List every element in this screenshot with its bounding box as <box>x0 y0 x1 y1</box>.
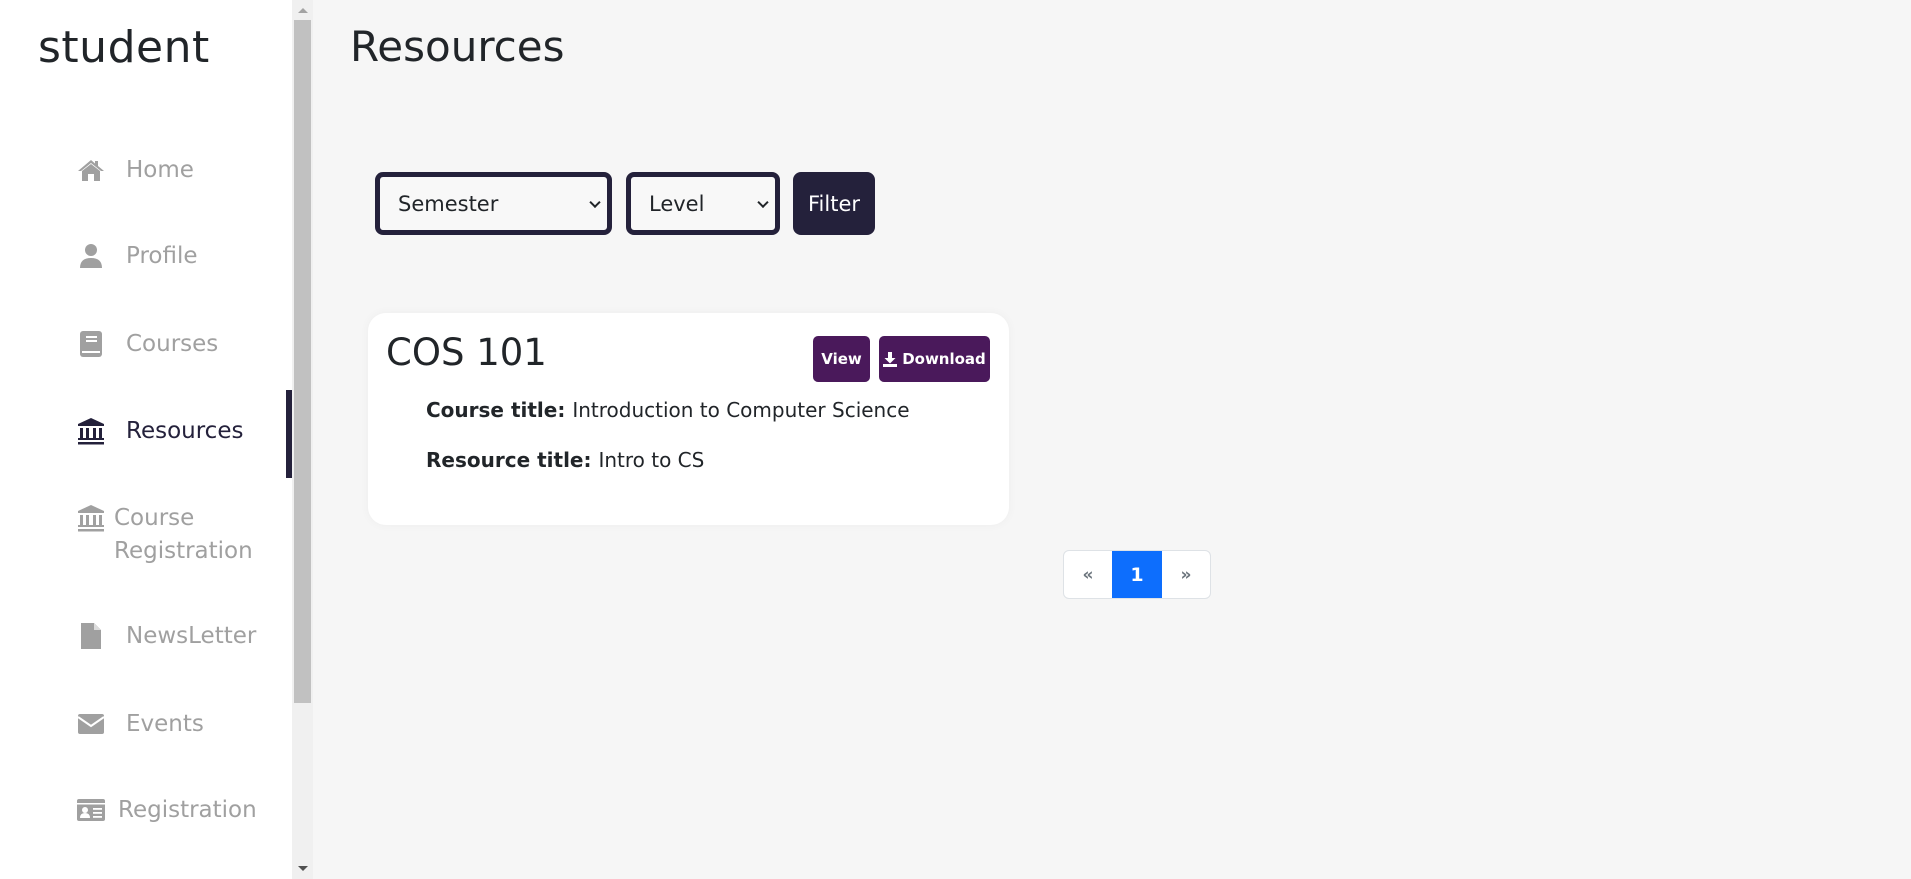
landmark-icon <box>76 504 106 532</box>
pagination-next[interactable]: » <box>1162 551 1210 598</box>
scroll-up-arrow-icon[interactable] <box>298 8 308 13</box>
resource-card: COS 101 View Download Course title: Intr… <box>368 313 1009 525</box>
sidebar-item-profile[interactable]: Profile <box>76 240 198 272</box>
level-select[interactable]: Level <box>626 172 780 235</box>
sidebar-item-label: Course Registration <box>114 505 253 564</box>
sidebar-scrollbar[interactable] <box>292 0 313 879</box>
sidebar-item-newsletter[interactable]: NewsLetter <box>76 620 256 652</box>
home-icon <box>76 156 106 184</box>
sidebar-item-label: Profile <box>126 243 198 269</box>
pagination-prev[interactable]: « <box>1064 551 1112 598</box>
download-icon <box>883 351 898 367</box>
sidebar-item-courses[interactable]: Courses <box>76 328 218 360</box>
course-title-label: Course title: <box>426 398 573 422</box>
id-card-icon <box>76 796 106 824</box>
sidebar-item-home[interactable]: Home <box>76 154 194 186</box>
scroll-down-arrow-icon[interactable] <box>298 866 308 871</box>
course-title-field: Course title: Introduction to Computer S… <box>426 398 910 422</box>
pagination: « 1 » <box>1063 550 1211 599</box>
download-button[interactable]: Download <box>879 336 990 382</box>
sidebar-item-course-registration[interactable]: Course Registration <box>76 502 264 568</box>
sidebar-item-registration[interactable]: Registration <box>76 794 257 826</box>
landmark-icon <box>76 417 106 445</box>
sidebar-item-label: Registration <box>118 797 257 823</box>
semester-select-value: Semester <box>398 191 499 216</box>
sidebar-item-label: NewsLetter <box>126 623 257 649</box>
scrollbar-thumb[interactable] <box>294 20 311 703</box>
sidebar-item-label: Courses <box>126 331 219 357</box>
user-icon <box>76 242 106 270</box>
sidebar-item-resources[interactable]: Resources <box>76 415 243 447</box>
download-label: Download <box>902 350 986 368</box>
page-title: Resources <box>350 22 565 71</box>
chevron-down-icon <box>589 196 601 208</box>
file-icon <box>76 622 106 650</box>
course-title-value: Introduction to Computer Science <box>572 398 910 422</box>
book-icon <box>76 330 106 358</box>
resource-title-field: Resource title: Intro to CS <box>426 448 704 472</box>
pagination-page-current[interactable]: 1 <box>1112 551 1162 598</box>
course-code: COS 101 <box>386 331 547 374</box>
chevron-down-icon <box>757 196 769 208</box>
resource-title-value: Intro to CS <box>598 448 705 472</box>
level-select-value: Level <box>649 191 705 216</box>
semester-select[interactable]: Semester <box>375 172 612 235</box>
sidebar-item-label: Events <box>126 711 204 737</box>
brand-title: student <box>38 22 210 73</box>
sidebar: student Home Profile Courses Resources C… <box>0 0 292 879</box>
sidebar-item-label: Resources <box>126 418 244 444</box>
view-button[interactable]: View <box>813 336 870 382</box>
sidebar-item-events[interactable]: Events <box>76 708 204 740</box>
filter-button[interactable]: Filter <box>793 172 875 235</box>
envelope-icon <box>76 710 106 738</box>
sidebar-item-label: Home <box>126 157 194 183</box>
resource-title-label: Resource title: <box>426 448 599 472</box>
